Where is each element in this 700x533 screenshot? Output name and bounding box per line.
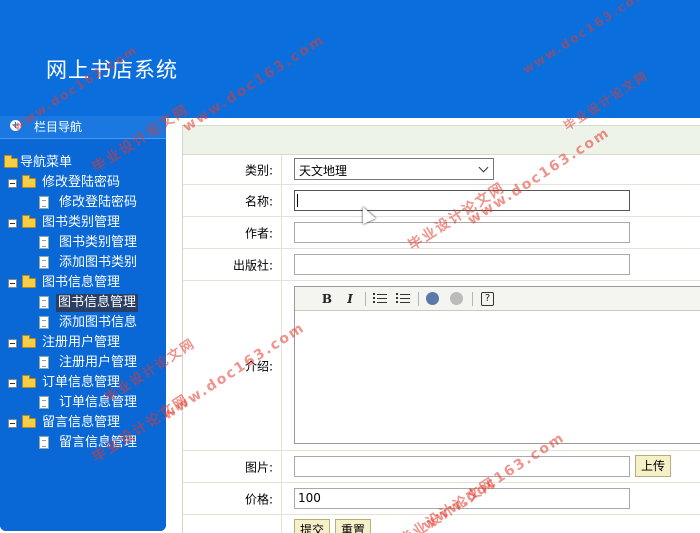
page-icon (39, 316, 49, 329)
toolbar-separator (472, 292, 473, 306)
publisher-input[interactable] (294, 254, 630, 275)
nav-folder-label: 留言信息管理 (42, 415, 121, 430)
unordered-list-icon[interactable] (395, 291, 411, 307)
row-category: 类别: 天文地理 (183, 155, 700, 185)
row-image: 图片: 上传 (183, 451, 700, 483)
form-topbar (183, 125, 700, 155)
page-icon (39, 356, 49, 369)
actions-label-cell (183, 515, 282, 533)
author-label: 作者: (183, 217, 282, 248)
nav-tree-root-label: 导航菜单 (20, 155, 73, 170)
nav-folder-label: 图书类别管理 (42, 215, 121, 230)
folder-icon (22, 275, 36, 288)
folder-icon (22, 215, 36, 228)
folder-icon (22, 375, 36, 388)
upload-button[interactable]: 上传 (635, 455, 672, 477)
image-label: 图片: (183, 451, 282, 482)
name-input[interactable] (294, 190, 630, 211)
folder-icon (22, 175, 36, 188)
app-title: 网上书店系统 (46, 58, 178, 82)
nav-item-label: 修改登陆密码 (59, 195, 138, 210)
page-icon (39, 436, 49, 449)
nav-item-label: 添加图书信息 (59, 315, 138, 330)
page-icon (39, 396, 49, 409)
collapse-icon[interactable] (8, 219, 17, 228)
folder-open-icon (4, 155, 18, 168)
name-label: 名称: (183, 185, 282, 216)
nav-folder-label: 订单信息管理 (42, 375, 121, 390)
sidebar-header-label: 栏目导航 (34, 120, 83, 134)
toolbar-separator (418, 292, 419, 306)
folder-icon (22, 415, 36, 428)
chevron-down-icon (478, 162, 489, 173)
expand-circle-icon[interactable]: + (10, 120, 21, 131)
category-select[interactable]: 天文地理 (294, 158, 494, 180)
row-publisher: 出版社: (183, 249, 700, 281)
row-author: 作者: (183, 217, 700, 249)
page-icon (39, 236, 49, 249)
row-name: 名称: (183, 185, 700, 217)
submit-button[interactable]: 提交 (294, 519, 331, 533)
collapse-icon[interactable] (8, 179, 17, 188)
nav-item-label: 添加图书类别 (59, 255, 138, 270)
help-icon[interactable]: ? (481, 292, 494, 306)
collapse-icon[interactable] (8, 339, 17, 348)
page-icon (39, 256, 49, 269)
nav-item-label: 注册用户管理 (59, 355, 138, 370)
row-price: 价格: 100 (183, 483, 700, 515)
reset-button[interactable]: 重置 (335, 519, 372, 533)
nav-folder-label: 修改登陆密码 (42, 175, 121, 190)
price-input[interactable]: 100 (294, 488, 630, 509)
nav-item-label: 图书信息管理 (56, 294, 139, 312)
insert-link-icon[interactable] (426, 292, 439, 305)
collapse-icon[interactable] (8, 379, 17, 388)
price-label: 价格: (183, 483, 282, 514)
ordered-list-icon[interactable] (372, 291, 388, 307)
folder-icon (22, 335, 36, 348)
intro-label: 介绍: (183, 281, 282, 450)
rich-text-editor[interactable]: B I ? (294, 286, 700, 444)
nav-item-label: 订单信息管理 (59, 395, 138, 410)
page-icon (39, 296, 49, 309)
text-caret (297, 194, 298, 207)
page-icon (39, 196, 49, 209)
publisher-label: 出版社: (183, 249, 282, 280)
nav-folder-label: 图书信息管理 (42, 275, 121, 290)
editor-toolbar: B I ? (295, 287, 700, 311)
row-intro: 介绍: B I ? (183, 281, 700, 451)
sidebar: + 栏目导航 导航菜单 修改登陆密码 修改登陆密码 图书类别管理 图书类别管理 (0, 116, 166, 531)
author-input[interactable] (294, 222, 630, 243)
nav-folder-label: 注册用户管理 (42, 335, 121, 350)
nav-item-label: 图书类别管理 (59, 235, 138, 250)
nav-item-label: 留言信息管理 (59, 435, 138, 450)
sidebar-header[interactable]: + 栏目导航 (0, 116, 166, 136)
row-actions: 提交 重置 (183, 515, 700, 533)
collapse-icon[interactable] (8, 419, 17, 428)
italic-button[interactable]: I (342, 291, 358, 307)
category-select-value: 天文地理 (299, 164, 348, 178)
image-input[interactable] (294, 456, 630, 477)
bold-button[interactable]: B (319, 291, 335, 307)
category-label: 类别: (183, 155, 282, 184)
collapse-icon[interactable] (8, 279, 17, 288)
app-header: 网上书店系统 (0, 0, 700, 118)
remove-link-icon[interactable] (450, 292, 463, 305)
main-content: 类别: 天文地理 名称: 作者: 出版社: 介绍: B I ? 图片: 上传 价… (182, 125, 700, 533)
toolbar-separator (365, 292, 366, 306)
nav-tree-panel: 导航菜单 修改登陆密码 修改登陆密码 图书类别管理 图书类别管理 添加图书类别 (0, 138, 166, 531)
